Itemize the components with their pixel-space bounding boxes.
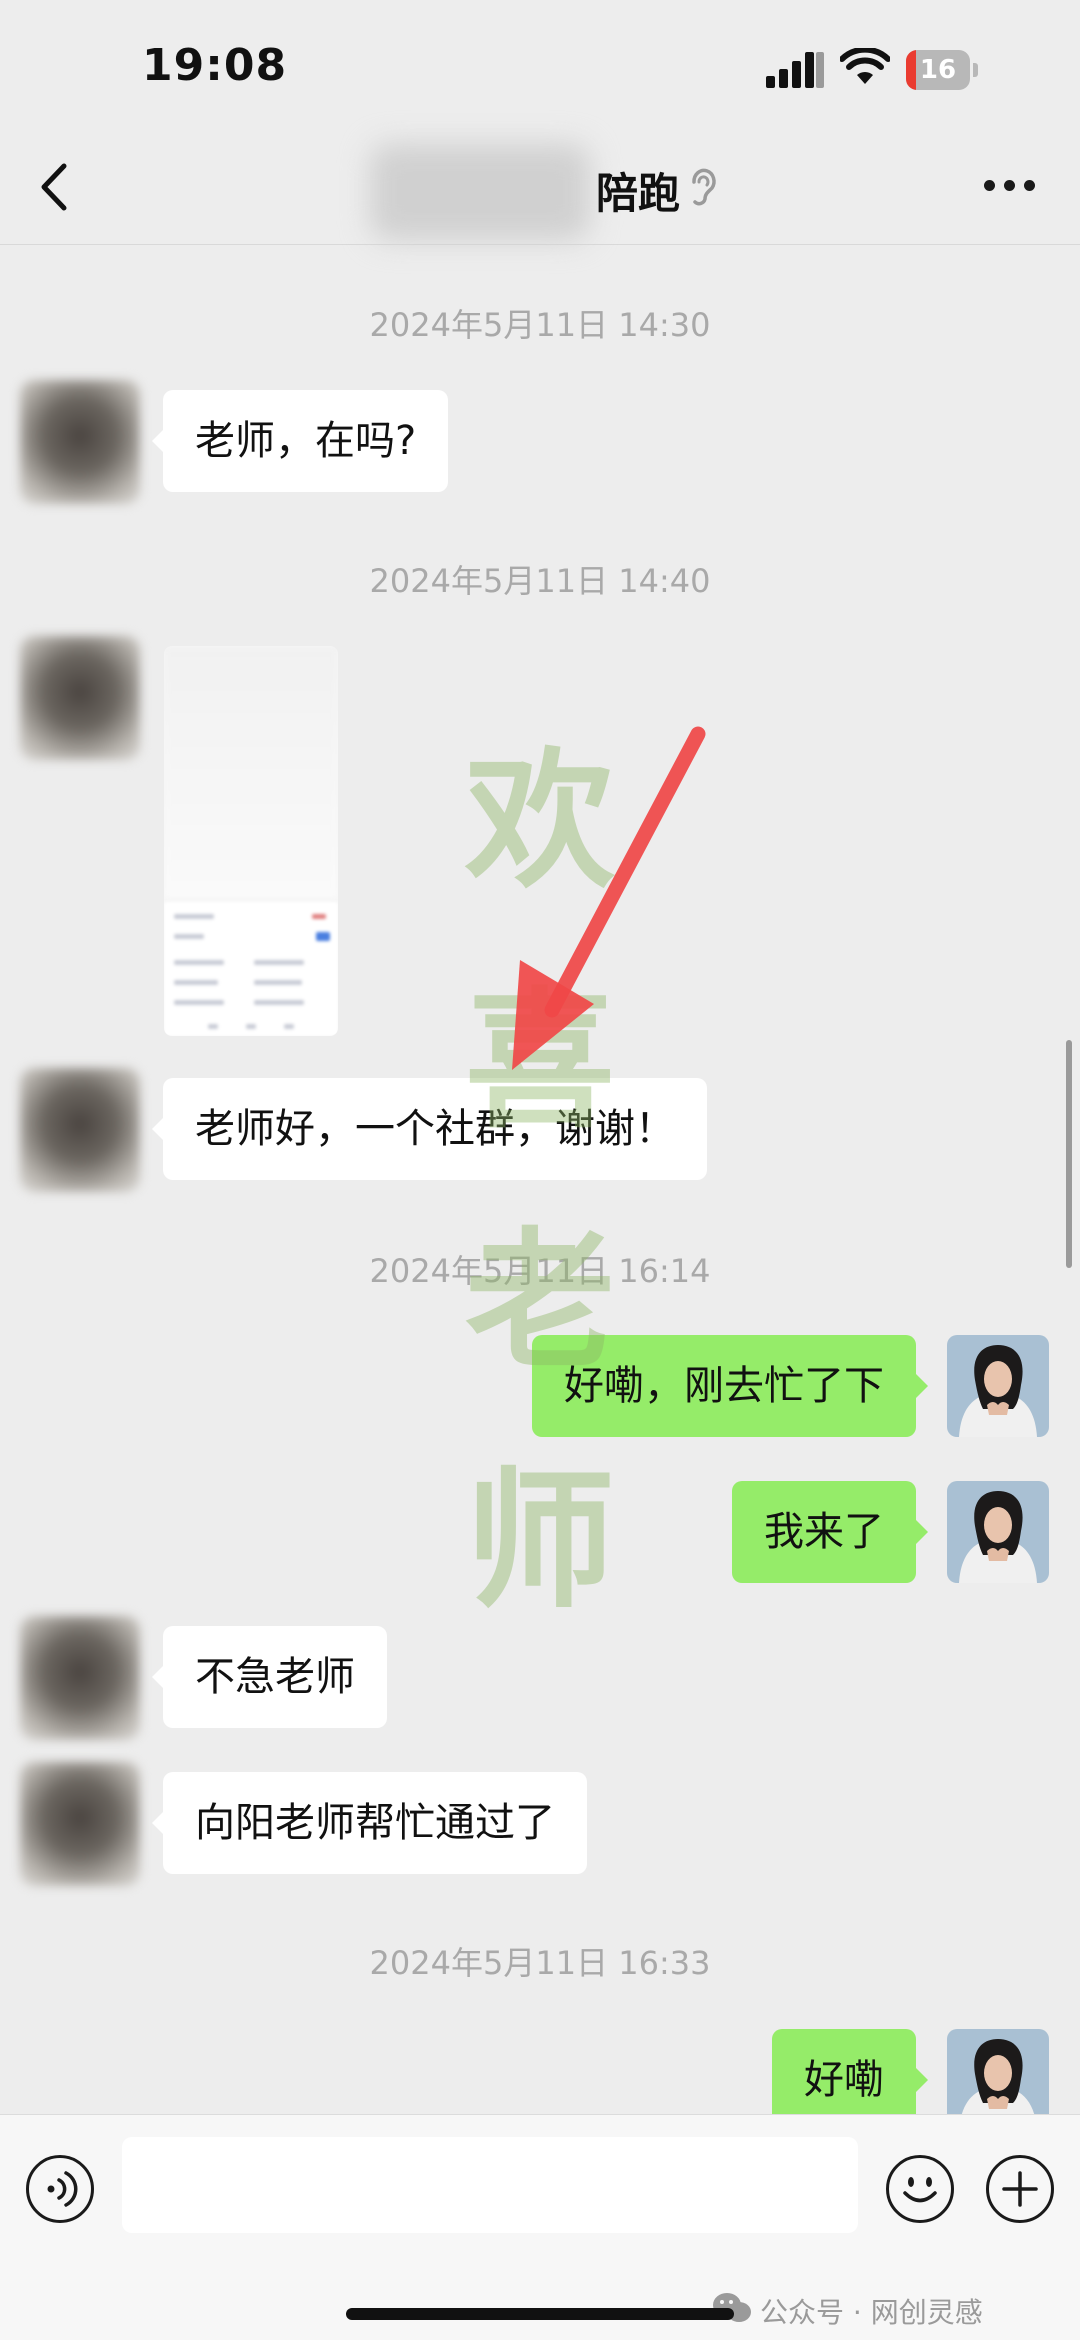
timestamp: 2024年5月11日 16:33 <box>369 1944 711 1982</box>
voice-icon[interactable] <box>26 2155 94 2223</box>
scroll-indicator[interactable] <box>1066 1040 1072 1268</box>
status-bar: 19:08 16 <box>0 0 1080 130</box>
avatar[interactable] <box>20 1616 140 1740</box>
status-time: 19:08 <box>142 40 288 91</box>
message-bubble[interactable]: 我来了 <box>732 1481 916 1583</box>
chevron-left-icon[interactable] <box>30 160 80 214</box>
chat-title: 陪跑 <box>596 169 681 218</box>
avatar[interactable] <box>947 1481 1049 1583</box>
battery-level: 16 <box>919 55 957 85</box>
signal-icon <box>766 52 824 88</box>
avatar[interactable] <box>947 1335 1049 1437</box>
timestamp: 2024年5月11日 14:40 <box>369 562 711 600</box>
avatar[interactable] <box>20 636 140 760</box>
avatar[interactable] <box>20 1068 140 1192</box>
watermark-char: 老 <box>464 1213 615 1389</box>
input-bar: 公众号 · 网创灵感 <box>0 2114 1080 2340</box>
ellipsis-icon[interactable] <box>984 180 1036 194</box>
battery-icon: 16 <box>906 50 978 90</box>
message-input[interactable] <box>122 2137 858 2233</box>
message-bubble[interactable]: 老师，在吗? <box>163 390 449 492</box>
red-arrow-annotation <box>512 726 706 1070</box>
credit-text: 公众号 · 网创灵感 <box>760 2296 983 2329</box>
avatar[interactable] <box>20 380 140 504</box>
home-indicator[interactable] <box>346 2308 734 2320</box>
plus-icon[interactable] <box>986 2155 1054 2223</box>
avatar[interactable] <box>947 2029 1049 2114</box>
wifi-icon <box>840 48 890 84</box>
watermark-credit: 公众号 · 网创灵感 <box>713 2291 983 2331</box>
nav-bar: 陪跑 <box>0 130 1080 245</box>
message-bubble[interactable]: 好嘞 <box>772 2029 916 2114</box>
message-bubble[interactable]: 不急老师 <box>163 1626 387 1728</box>
watermark-char: 师 <box>464 1453 615 1629</box>
image-message[interactable] <box>164 646 338 1036</box>
timestamp: 2024年5月11日 14:30 <box>369 306 711 344</box>
avatar[interactable] <box>20 1762 140 1886</box>
ear-icon <box>692 168 716 206</box>
emoji-icon[interactable] <box>886 2155 954 2223</box>
message-bubble[interactable]: 向阳老师帮忙通过了 <box>163 1772 587 1874</box>
blurred-contact-name <box>370 144 590 240</box>
